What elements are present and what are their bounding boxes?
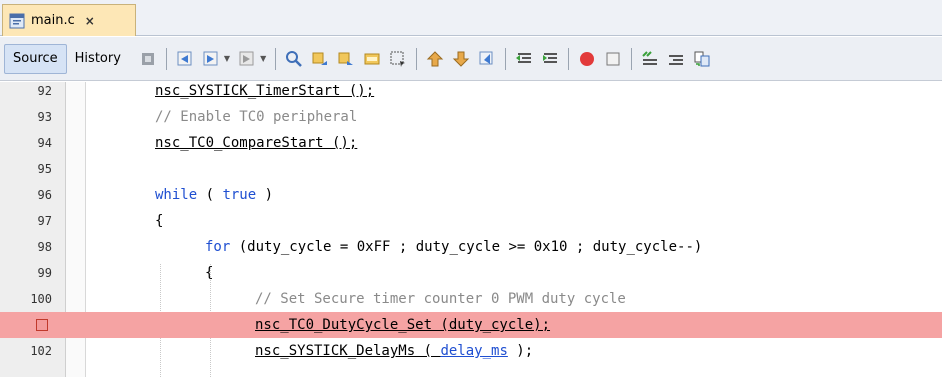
code-text: nsc_SYSTICK_TimerStart (); — [155, 78, 374, 104]
code-paren-close: ) — [256, 187, 274, 203]
code-line: 99 { — [0, 260, 942, 286]
editor-toolbar: Source History ▼ ▼ — [0, 37, 942, 81]
code-comment: // Enable TC0 peripheral — [155, 109, 358, 125]
code-text-line: nsc_TC0_DutyCycle_Set (duty_cycle); — [255, 317, 551, 333]
toggle-bookmark-icon[interactable] — [476, 48, 498, 70]
comment-icon[interactable] — [639, 48, 661, 70]
code-text: { — [155, 213, 164, 229]
tab-history[interactable]: History — [67, 44, 129, 74]
toolbar-separator — [568, 47, 570, 70]
prev-bookmark-icon[interactable] — [424, 48, 446, 70]
code-line: 100 // Set Secure timer counter 0 PWM du… — [0, 286, 942, 312]
line-number: 97 — [37, 214, 52, 228]
toolbar-separator — [275, 47, 277, 70]
file-tab-main-c[interactable]: main.c × — [2, 4, 136, 36]
close-tab-icon[interactable]: × — [85, 14, 95, 28]
code-text: while ( true ) — [155, 182, 273, 208]
breakpoint-line: nsc_TC0_DutyCycle_Set (duty_cycle); — [0, 312, 942, 338]
shift-left-icon[interactable] — [513, 48, 535, 70]
code-line: 93 // Enable TC0 peripheral — [0, 104, 942, 130]
chevron-down-icon[interactable]: ▼ — [260, 54, 266, 63]
toolbar-separator — [631, 47, 633, 70]
start-macro-icon[interactable] — [576, 48, 598, 70]
keyword-while: while — [155, 187, 198, 203]
line-number: 95 — [37, 162, 52, 176]
find-icon[interactable] — [283, 48, 305, 70]
toggle-highlight-icon[interactable] — [361, 48, 383, 70]
code-line: 98 for (duty_cycle = 0xFF ; duty_cycle >… — [0, 234, 942, 260]
stop-macro-icon[interactable] — [602, 48, 624, 70]
toolbar-separator — [505, 47, 507, 70]
code-text: nsc_SYSTICK_DelayMs ( delay_ms ); — [255, 338, 533, 364]
history-forward-icon[interactable] — [236, 48, 258, 70]
line-number: 98 — [37, 240, 52, 254]
line-number: 99 — [37, 266, 52, 280]
line-number: 94 — [37, 136, 52, 150]
code-variable: delay_ms — [440, 343, 508, 359]
toolbar-separator — [416, 47, 418, 70]
code-line: 94 nsc_TC0_CompareStart (); — [0, 130, 942, 156]
line-number: 96 — [37, 188, 52, 202]
code-editor[interactable]: 92 nsc_SYSTICK_TimerStart (); 93 // Enab… — [0, 82, 942, 377]
editor-tab-strip: main.c × — [0, 0, 942, 36]
chevron-down-icon[interactable]: ▼ — [224, 54, 230, 63]
code-line: 95 — [0, 156, 942, 182]
uncomment-icon[interactable] — [665, 48, 687, 70]
code-line: 92 nsc_SYSTICK_TimerStart (); — [0, 78, 942, 104]
code-call-end: ); — [507, 343, 534, 359]
shift-right-icon[interactable] — [539, 48, 561, 70]
diff-icon[interactable] — [691, 48, 713, 70]
code-text: nsc_TC0_CompareStart (); — [155, 130, 357, 156]
toolbar-separator — [165, 47, 167, 70]
last-edit-icon[interactable] — [137, 48, 159, 70]
code-line: 96 while ( true ) — [0, 182, 942, 208]
find-next-icon[interactable] — [335, 48, 357, 70]
code-line: 97 { — [0, 208, 942, 234]
tab-source[interactable]: Source — [4, 43, 67, 74]
file-c-icon — [9, 13, 25, 28]
line-number: 93 — [37, 110, 52, 124]
code-call: nsc_SYSTICK_DelayMs ( — [255, 343, 441, 359]
toggle-rect-select-icon[interactable] — [387, 48, 409, 70]
file-tab-label: main.c — [31, 13, 75, 28]
code-text: for (duty_cycle = 0xFF ; duty_cycle >= 0… — [205, 234, 702, 260]
code-paren-open: ( — [197, 187, 223, 203]
line-number: 100 — [30, 292, 52, 306]
code-text: nsc_TC0_DutyCycle_Set (duty_cycle); — [255, 312, 550, 338]
keyword-true: true — [222, 187, 257, 203]
forward-icon[interactable] — [200, 48, 222, 70]
line-number: 92 — [37, 84, 52, 98]
back-icon[interactable] — [174, 48, 196, 70]
keyword-for: for — [205, 239, 231, 255]
code-text-line: nsc_SYSTICK_TimerStart (); — [155, 83, 375, 99]
breakpoint-icon[interactable] — [36, 319, 48, 331]
code-text: { — [205, 265, 214, 281]
find-prev-icon[interactable] — [309, 48, 331, 70]
code-line: 102 nsc_SYSTICK_DelayMs ( delay_ms ); — [0, 338, 942, 364]
code-comment: // Set Secure timer counter 0 PWM duty c… — [255, 291, 626, 307]
line-number: 102 — [30, 344, 52, 358]
next-bookmark-icon[interactable] — [450, 48, 472, 70]
code-text-line: nsc_TC0_CompareStart (); — [155, 135, 358, 151]
code-for-clause: (duty_cycle = 0xFF ; duty_cycle >= 0x10 … — [230, 239, 703, 255]
